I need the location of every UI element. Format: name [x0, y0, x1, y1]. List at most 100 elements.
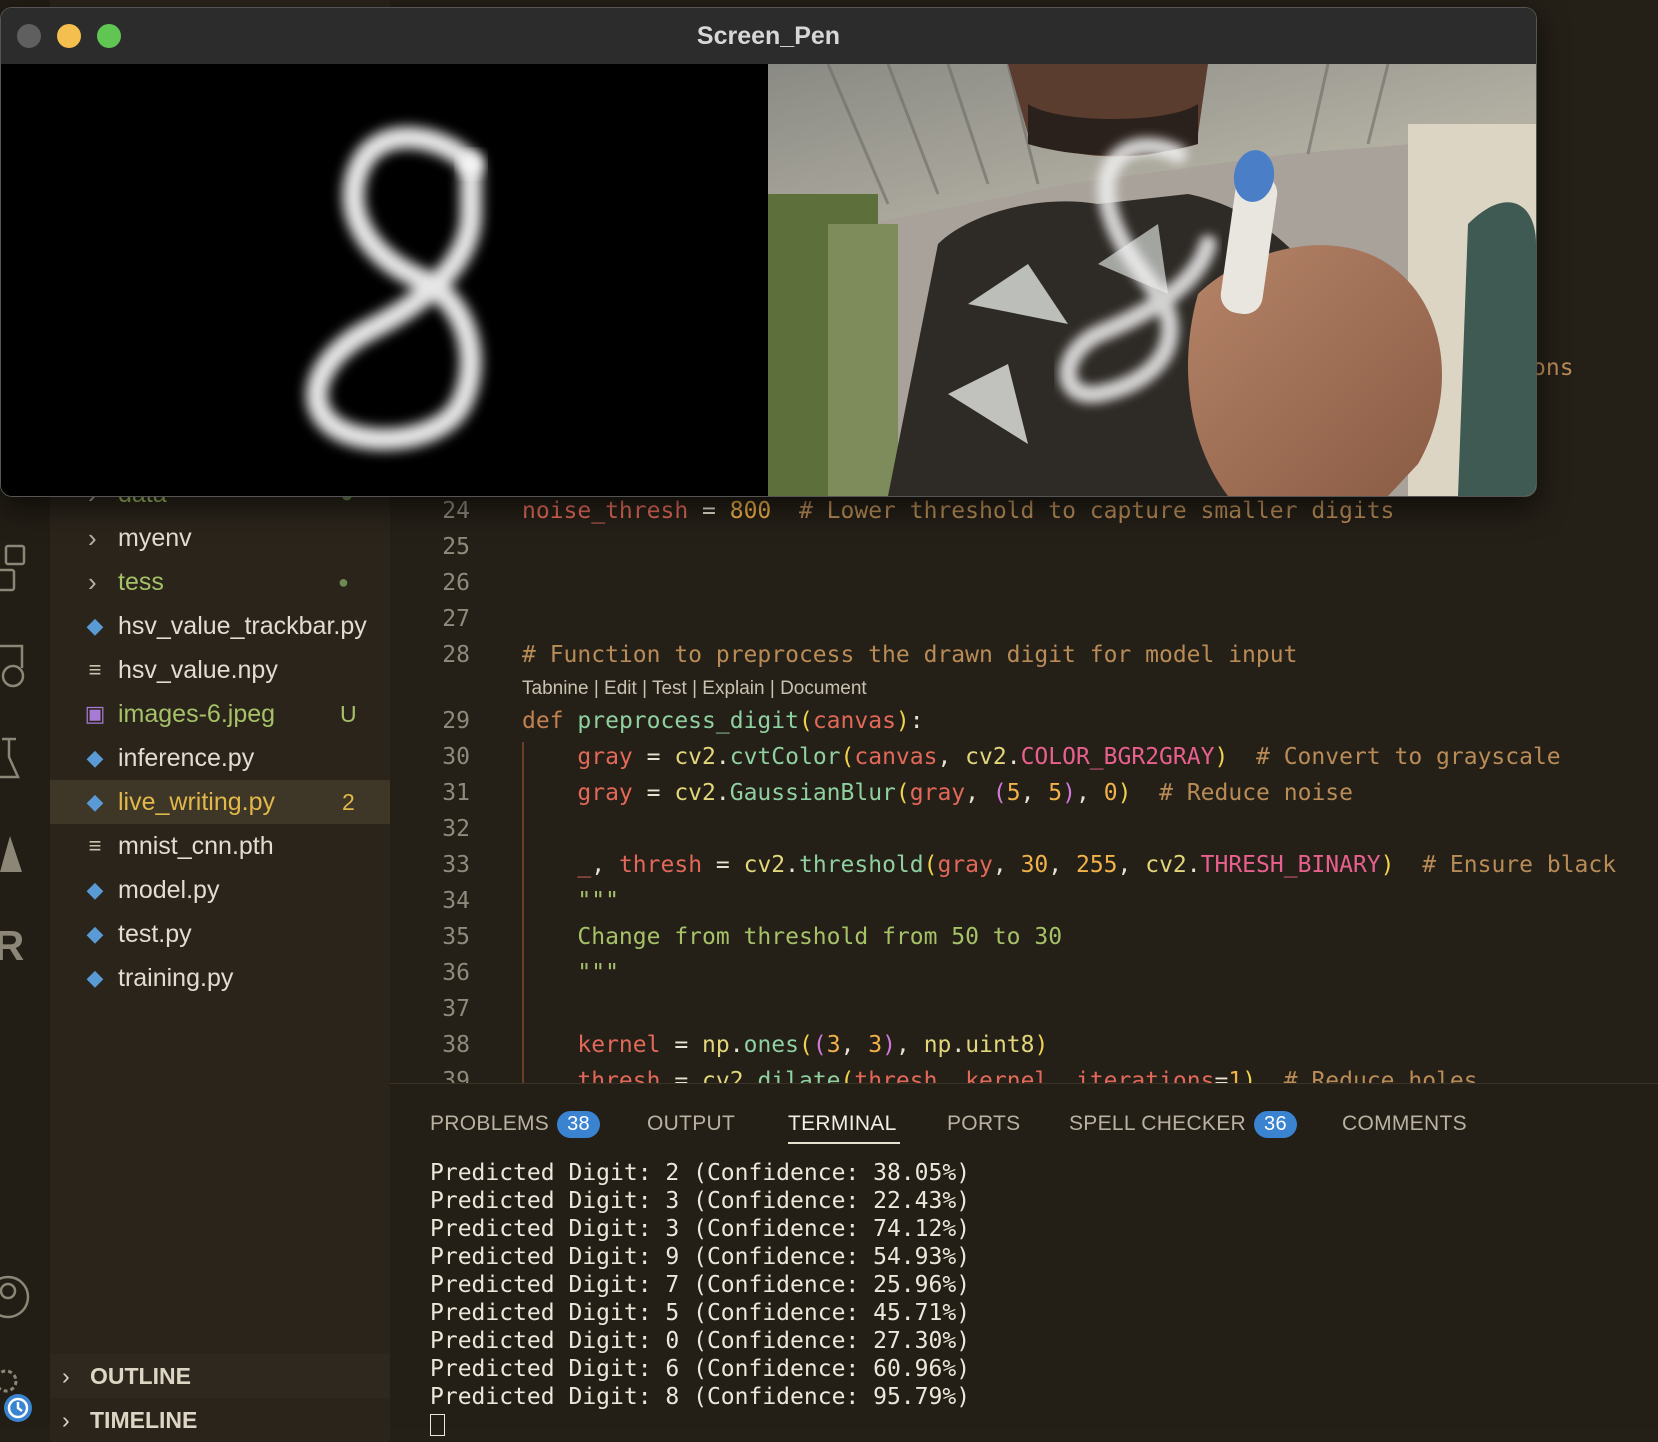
- line-number: 30: [442, 744, 470, 770]
- drawing-canvas[interactable]: [1, 64, 768, 496]
- window-titlebar[interactable]: Screen_Pen: [1, 8, 1536, 65]
- python-file-icon: ◆: [86, 745, 104, 770]
- tab-output[interactable]: OUTPUT: [647, 1106, 735, 1142]
- image-file-icon: ▣: [84, 701, 106, 726]
- python-file-icon: ◆: [86, 613, 104, 638]
- file-item-images-6[interactable]: ▣ images-6.jpeg U: [50, 692, 390, 736]
- tree-item-label: live_writing.py: [118, 788, 276, 816]
- tab-comments[interactable]: COMMENTS: [1342, 1106, 1467, 1142]
- bottom-panel: PROBLEMS 38 OUTPUT TERMINAL PORTS SPELL …: [390, 1083, 1658, 1436]
- tree-item-label: tess: [118, 568, 164, 596]
- chevron-right-icon: ›: [62, 1362, 70, 1389]
- tree-item-label: mnist_cnn.pth: [118, 832, 274, 860]
- outline-section-header[interactable]: › OUTLINE: [50, 1354, 390, 1398]
- terminal-line: Predicted Digit: 0 (Confidence: 27.30%): [430, 1328, 971, 1354]
- code-line-30: gray = cv2.cvtColor(canvas, cv2.COLOR_BG…: [577, 744, 1561, 770]
- window-title: Screen_Pen: [696, 22, 841, 50]
- peek-text: ons: [1532, 355, 1574, 381]
- tree-item-label: myenv: [118, 524, 192, 552]
- file-item-hsv-value-trackbar[interactable]: ◆ hsv_value_trackbar.py: [50, 604, 390, 648]
- code-line-38: kernel = np.ones((3, 3), np.uint8): [577, 1032, 1049, 1058]
- file-item-hsv-value-npy[interactable]: ≡ hsv_value.npy: [50, 648, 390, 692]
- git-status-untracked: U: [340, 701, 357, 727]
- code-line-28: # Function to preprocess the drawn digit…: [522, 642, 1298, 668]
- terminal-line: Predicted Digit: 3 (Confidence: 74.12%): [430, 1216, 971, 1242]
- line-number: 27: [442, 606, 470, 632]
- line-number: 24: [442, 498, 470, 524]
- timeline-clock-icon[interactable]: [2, 1392, 38, 1428]
- line-number: 36: [442, 960, 470, 986]
- terminal-line: Predicted Digit: 2 (Confidence: 38.05%): [430, 1160, 971, 1186]
- file-item-live-writing[interactable]: ◆ live_writing.py 2: [50, 780, 390, 824]
- active-tab-indicator: [788, 1142, 900, 1144]
- file-item-training[interactable]: ◆ training.py: [50, 956, 390, 1000]
- folder-item-tess[interactable]: › tess ●: [50, 560, 390, 604]
- r-icon[interactable]: R: [0, 922, 36, 969]
- python-file-icon: ◆: [86, 965, 104, 990]
- terminal-line: Predicted Digit: 3 (Confidence: 22.43%): [430, 1188, 971, 1214]
- extensions-icon[interactable]: [0, 540, 36, 592]
- line-number: 38: [442, 1032, 470, 1058]
- tree-item-label: images-6.jpeg: [118, 700, 276, 728]
- terminal-line: Predicted Digit: 8 (Confidence: 95.79%): [430, 1384, 971, 1410]
- line-number: 37: [442, 996, 470, 1022]
- folder-item-myenv[interactable]: › myenv: [50, 516, 390, 560]
- tab-spell-checker[interactable]: SPELL CHECKER 36: [1069, 1106, 1297, 1142]
- line-number: 33: [442, 852, 470, 878]
- line-number: 29: [442, 708, 470, 734]
- chevron-right-icon: ›: [88, 522, 97, 553]
- lines-file-icon: ≡: [88, 833, 102, 858]
- terminal-line: Predicted Digit: 9 (Confidence: 54.93%): [430, 1244, 971, 1270]
- code-line-36: """: [577, 960, 619, 986]
- tab-problems[interactable]: PROBLEMS 38: [430, 1106, 600, 1142]
- line-number: 32: [442, 816, 470, 842]
- line-number: 34: [442, 888, 470, 914]
- code-line-35: Change from threshold from 50 to 30: [577, 924, 1063, 950]
- file-item-model[interactable]: ◆ model.py: [50, 868, 390, 912]
- tabnine-codelens[interactable]: Tabnine | Edit | Test | Explain | Docume…: [522, 678, 867, 700]
- drawn-digit-stroke: [305, 126, 482, 451]
- camera-feed: [768, 64, 1536, 496]
- chevron-right-icon: ›: [62, 1406, 70, 1433]
- tree-item-label: model.py: [118, 876, 220, 904]
- screen-pen-window[interactable]: Screen_Pen: [0, 7, 1537, 497]
- spell-checker-count-badge: 36: [1254, 1110, 1297, 1138]
- line-number: 31: [442, 780, 470, 806]
- python-file-icon: ◆: [86, 921, 104, 946]
- terminal-line: Predicted Digit: 6 (Confidence: 60.96%): [430, 1356, 971, 1382]
- line-number: 39: [442, 1068, 470, 1083]
- tab-terminal[interactable]: TERMINAL: [788, 1106, 897, 1142]
- accounts-icon[interactable]: [0, 1275, 36, 1319]
- problem-count-badge: 2: [342, 789, 355, 815]
- file-item-inference[interactable]: ◆ inference.py: [50, 736, 390, 780]
- tab-ports[interactable]: PORTS: [947, 1106, 1020, 1142]
- tree-item-label: hsv_value.npy: [118, 656, 278, 684]
- terminal-line: Predicted Digit: 7 (Confidence: 25.96%): [430, 1272, 971, 1298]
- line-number: 26: [442, 570, 470, 596]
- problems-count-badge: 38: [557, 1110, 600, 1138]
- terminal-cursor[interactable]: [430, 1414, 445, 1436]
- remote-explorer-icon[interactable]: [0, 640, 36, 688]
- python-file-icon: ◆: [86, 789, 104, 814]
- code-line-39: thresh = cv2.dilate(thresh, kernel, iter…: [577, 1068, 1478, 1083]
- tabnine-icon[interactable]: [0, 830, 36, 872]
- code-line-33: _, thresh = cv2.threshold(gray, 30, 255,…: [577, 852, 1617, 878]
- line-number: 35: [442, 924, 470, 950]
- file-item-mnist-cnn[interactable]: ≡ mnist_cnn.pth: [50, 824, 390, 868]
- git-status-dot: ●: [338, 572, 349, 592]
- file-item-test[interactable]: ◆ test.py: [50, 912, 390, 956]
- tree-item-label: training.py: [118, 964, 234, 992]
- testing-icon[interactable]: [0, 735, 36, 779]
- timeline-section-header[interactable]: › TIMELINE: [50, 1398, 390, 1442]
- code-line-34: """: [577, 888, 619, 914]
- chevron-right-icon: ›: [88, 566, 97, 597]
- tree-item-label: test.py: [118, 920, 192, 948]
- lines-file-icon: ≡: [88, 657, 102, 682]
- code-line-29: def preprocess_digit(canvas):: [522, 708, 924, 734]
- tree-item-label: inference.py: [118, 744, 255, 772]
- terminal-line: Predicted Digit: 5 (Confidence: 45.71%): [430, 1300, 971, 1326]
- line-number: 28: [442, 642, 470, 668]
- line-number: 25: [442, 534, 470, 560]
- code-line-31: gray = cv2.GaussianBlur(gray, (5, 5), 0)…: [577, 780, 1353, 806]
- python-file-icon: ◆: [86, 877, 104, 902]
